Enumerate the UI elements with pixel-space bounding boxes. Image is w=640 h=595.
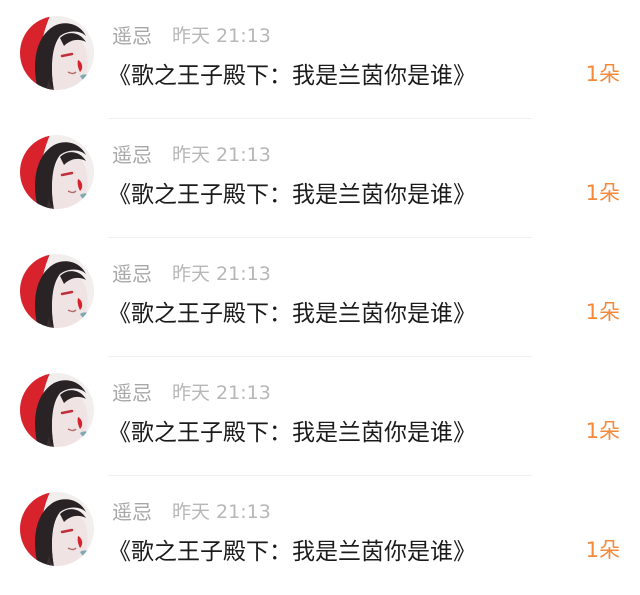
user-name[interactable]: 遥忌 bbox=[112, 496, 152, 525]
flower-count: 1朵 bbox=[585, 538, 620, 562]
user-name[interactable]: 遥忌 bbox=[112, 20, 152, 49]
item-meta: 遥忌 昨天 21:13 bbox=[112, 496, 271, 524]
user-name[interactable]: 遥忌 bbox=[112, 377, 152, 406]
anime-girl-avatar-icon bbox=[20, 135, 94, 209]
anime-girl-avatar-icon bbox=[20, 16, 94, 90]
user-name[interactable]: 遥忌 bbox=[112, 139, 152, 168]
anime-girl-avatar-icon bbox=[20, 254, 94, 328]
item-meta: 遥忌 昨天 21:13 bbox=[112, 139, 271, 167]
avatar[interactable] bbox=[20, 16, 94, 90]
item-meta: 遥忌 昨天 21:13 bbox=[112, 20, 271, 48]
flower-count: 1朵 bbox=[585, 419, 620, 443]
anime-girl-avatar-icon bbox=[20, 373, 94, 447]
timestamp: 昨天 21:13 bbox=[172, 500, 271, 523]
list-item[interactable]: 遥忌 昨天 21:13 《歌之王子殿下：我是兰茵你是谁》 1朵 bbox=[0, 119, 640, 238]
avatar[interactable] bbox=[20, 373, 94, 447]
timestamp: 昨天 21:13 bbox=[172, 24, 271, 47]
item-meta: 遥忌 昨天 21:13 bbox=[112, 258, 271, 286]
list-item[interactable]: 遥忌 昨天 21:13 《歌之王子殿下：我是兰茵你是谁》 1朵 bbox=[0, 238, 640, 357]
message-text: 《歌之王子殿下：我是兰茵你是谁》 bbox=[108, 182, 476, 208]
avatar[interactable] bbox=[20, 135, 94, 209]
list-item[interactable]: 遥忌 昨天 21:13 《歌之王子殿下：我是兰茵你是谁》 1朵 bbox=[0, 476, 640, 595]
item-meta: 遥忌 昨天 21:13 bbox=[112, 377, 271, 405]
user-name[interactable]: 遥忌 bbox=[112, 258, 152, 287]
flower-count: 1朵 bbox=[585, 62, 620, 86]
avatar[interactable] bbox=[20, 254, 94, 328]
anime-girl-avatar-icon bbox=[20, 492, 94, 566]
list-item[interactable]: 遥忌 昨天 21:13 《歌之王子殿下：我是兰茵你是谁》 1朵 bbox=[0, 0, 640, 119]
flower-count: 1朵 bbox=[585, 181, 620, 205]
message-text: 《歌之王子殿下：我是兰茵你是谁》 bbox=[108, 420, 476, 446]
flower-count: 1朵 bbox=[585, 300, 620, 324]
message-text: 《歌之王子殿下：我是兰茵你是谁》 bbox=[108, 539, 476, 565]
avatar[interactable] bbox=[20, 492, 94, 566]
timestamp: 昨天 21:13 bbox=[172, 381, 271, 404]
timestamp: 昨天 21:13 bbox=[172, 143, 271, 166]
message-text: 《歌之王子殿下：我是兰茵你是谁》 bbox=[108, 63, 476, 89]
gift-record-list: 遥忌 昨天 21:13 《歌之王子殿下：我是兰茵你是谁》 1朵 遥忌 昨天 21… bbox=[0, 0, 640, 594]
list-item[interactable]: 遥忌 昨天 21:13 《歌之王子殿下：我是兰茵你是谁》 1朵 bbox=[0, 357, 640, 476]
timestamp: 昨天 21:13 bbox=[172, 262, 271, 285]
message-text: 《歌之王子殿下：我是兰茵你是谁》 bbox=[108, 301, 476, 327]
